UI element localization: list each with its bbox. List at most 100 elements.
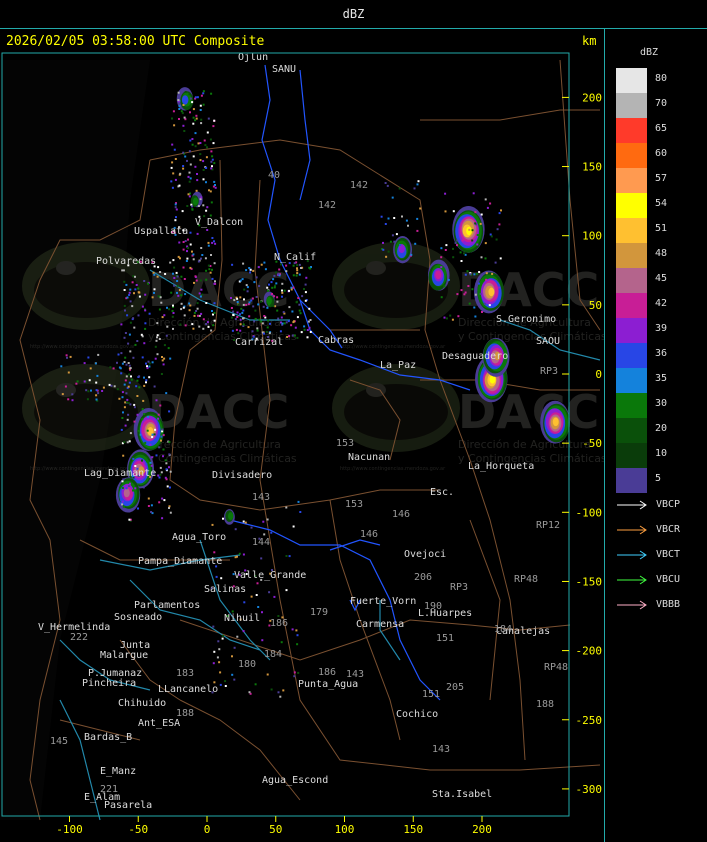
place-label: Uspallata	[134, 226, 188, 237]
echo-cell	[224, 509, 235, 525]
place-label: N_Calif	[274, 252, 316, 263]
place-label: Ovejoci	[404, 549, 446, 560]
legend-swatch	[616, 293, 647, 318]
product-title: dBZ	[342, 7, 365, 21]
place-label: Ojlun	[238, 52, 268, 63]
place-label: V_Dalcon	[195, 217, 243, 228]
watermark-url: http://www.contingencias.mendoza.gov.ar	[30, 344, 136, 350]
y-tick-label: -300	[576, 783, 603, 796]
route-label: 184	[494, 624, 512, 635]
legend-swatch	[616, 193, 647, 218]
echo-cell	[115, 477, 141, 513]
radar-map[interactable]: DACCDirección de Agriculturay Contingenc…	[0, 52, 604, 842]
legend-label: 36	[655, 348, 668, 359]
route-label: RP12	[536, 520, 560, 531]
legend-swatch	[616, 418, 647, 443]
place-label: Pincheira	[82, 678, 136, 689]
panel-divider	[604, 28, 605, 842]
y-tick-label: 150	[582, 161, 602, 174]
place-label: S.Geronimo	[496, 314, 556, 325]
place-label: Cabras	[318, 335, 354, 346]
watermark-subtitle: Dirección de Agricultura	[148, 438, 281, 451]
legend-swatch	[616, 343, 647, 368]
legend-swatch	[616, 218, 647, 243]
place-label: SANU	[272, 64, 296, 75]
legend-label: 35	[655, 373, 668, 384]
x-tick-label: 200	[472, 823, 492, 836]
place-label: Punta_Agua	[298, 679, 358, 690]
legend-label: 65	[655, 123, 668, 134]
legend-label: 10	[655, 448, 668, 459]
route-label: 146	[392, 509, 410, 520]
place-label: Fuerte_Vorn	[350, 596, 416, 607]
route-label: 151	[422, 689, 440, 700]
route-label: 183	[176, 668, 194, 679]
route-label: 184	[264, 649, 282, 660]
y-tick-label: -200	[576, 645, 603, 658]
route-label: 186	[318, 667, 336, 678]
echo-cell	[427, 259, 450, 291]
route-label: RP3	[540, 366, 558, 377]
route-label: 145	[50, 736, 68, 747]
place-label: LLancanelo	[158, 684, 218, 695]
place-label: Nacunan	[348, 452, 390, 463]
place-label: Pasarela	[104, 800, 152, 811]
route-label: 206	[414, 572, 432, 583]
route-label: 179	[310, 607, 328, 618]
arrow-icon	[617, 525, 647, 535]
legend-swatch	[616, 93, 647, 118]
legend-label: 80	[655, 73, 668, 84]
route-label: 151	[436, 633, 454, 644]
radar-label: VBCT	[656, 549, 681, 560]
place-label: Carrizal	[235, 337, 283, 348]
place-label: E_Manz	[100, 766, 136, 777]
watermark-url: http://www.contingencias.mendoza.gov.ar	[340, 466, 446, 472]
legend-title: dBZ	[640, 47, 659, 58]
route-label: 142	[318, 200, 336, 211]
route-label: 143	[252, 492, 270, 503]
radar-label: VBBB	[656, 599, 681, 610]
arrow-icon	[617, 550, 647, 560]
y-tick-label: -250	[576, 714, 603, 727]
legend-swatch	[616, 268, 647, 293]
watermark-subtitle: y Contingencias Climáticas	[458, 330, 604, 343]
legend-swatch	[616, 243, 647, 268]
x-tick-label: 150	[403, 823, 423, 836]
route-label: RP48	[544, 662, 568, 673]
place-label: Polvaredas	[96, 256, 156, 267]
x-tick-label: 100	[335, 823, 355, 836]
place-label: Esc.	[430, 487, 454, 498]
place-label: Sta.Isabel	[432, 789, 492, 800]
place-label: Cochico	[396, 709, 438, 720]
y-tick-label: 50	[589, 299, 602, 312]
route-label: 180	[238, 659, 256, 670]
route-label: 190	[424, 601, 442, 612]
route-label: 186	[270, 618, 288, 629]
place-label: Ant_ESA	[138, 718, 180, 729]
route-label: 188	[536, 699, 554, 710]
place-label: Agua_Escond	[262, 775, 328, 786]
legend-label: 48	[655, 248, 668, 259]
route-label: 146	[360, 529, 378, 540]
legend-swatch	[616, 318, 647, 343]
km-unit-top: km	[582, 34, 597, 48]
legend-label: 45	[655, 273, 668, 284]
y-tick-label: 200	[582, 91, 602, 104]
top-title-bar: dBZ	[0, 0, 707, 29]
place-label: Nihuil	[224, 613, 260, 624]
route-label: 142	[350, 180, 368, 191]
radar-label: VBCR	[656, 524, 681, 535]
route-label: 205	[446, 682, 464, 693]
legend-label: 30	[655, 398, 668, 409]
arrow-icon	[617, 600, 647, 610]
route-label: 222	[70, 632, 88, 643]
place-label: Desaguadero	[442, 351, 508, 362]
x-tick-label: -50	[128, 823, 148, 836]
place-label: Malargue	[100, 650, 148, 661]
y-tick-label: 0	[595, 368, 602, 381]
route-label: 153	[345, 499, 363, 510]
x-tick-label: 0	[204, 823, 211, 836]
legend-swatch	[616, 468, 647, 493]
place-label: Pampa_Diamante	[138, 556, 222, 567]
place-label: Lag_Diamante	[84, 468, 156, 479]
